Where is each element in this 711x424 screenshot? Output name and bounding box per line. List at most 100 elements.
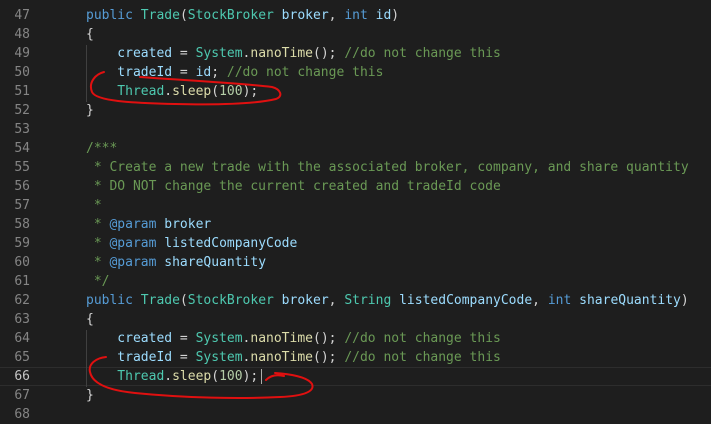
line-number: 52	[14, 103, 30, 118]
code-line[interactable]: 54 /***	[0, 139, 711, 158]
code-token: 100	[219, 84, 243, 99]
code-token: ,	[328, 8, 345, 23]
code-token: int	[344, 8, 368, 23]
code-token: =	[172, 65, 196, 80]
code-line[interactable]: 57 *	[0, 196, 711, 215]
code-token: broker	[273, 293, 329, 308]
code-token: ();	[313, 350, 345, 365]
code-line[interactable]: 67}	[0, 386, 711, 405]
code-line[interactable]: 58 * @param broker	[0, 215, 711, 234]
code-token: .	[164, 369, 173, 384]
code-text[interactable]: created = System.nanoTime(); //do not ch…	[86, 44, 501, 63]
code-editor[interactable]: 47 public Trade(StockBroker broker, int i…	[0, 0, 711, 422]
code-token: StockBroker	[187, 8, 274, 23]
code-token: System	[195, 46, 243, 61]
line-number: 48	[14, 27, 30, 42]
code-text[interactable]: * Create a new trade with the associated…	[86, 158, 689, 177]
code-line[interactable]: 48 {	[0, 25, 711, 44]
code-line[interactable]: 53	[0, 120, 711, 139]
code-token: /***	[86, 141, 118, 156]
code-text[interactable]: * @param broker	[86, 215, 211, 234]
line-number: 47	[14, 8, 30, 23]
code-text[interactable]: tradeId = id; //do not change this	[86, 63, 383, 82]
code-line[interactable]: 64 created = System.nanoTime(); //do not…	[0, 329, 711, 348]
code-token: ;	[211, 65, 227, 80]
code-text[interactable]: created = System.nanoTime(); //do not ch…	[86, 329, 501, 348]
code-text[interactable]: public Trade(StockBroker broker, String …	[86, 291, 689, 310]
text-cursor	[261, 369, 263, 384]
code-token: tradeId	[86, 65, 173, 80]
code-line[interactable]: 55 * Create a new trade with the associa…	[0, 158, 711, 177]
line-number: 55	[14, 160, 30, 175]
code-text[interactable]: tradeId = System.nanoTime(); //do not ch…	[86, 348, 501, 367]
code-token: listedCompanyCode	[391, 293, 533, 308]
code-text[interactable]: public Trade(StockBroker broker, int id)	[86, 6, 399, 25]
code-line[interactable]: 47 public Trade(StockBroker broker, int i…	[0, 6, 711, 25]
code-line[interactable]: 59 * @param listedCompanyCode	[0, 234, 711, 253]
code-text[interactable]: }	[86, 101, 94, 120]
code-token: * Create a new trade with the associated…	[86, 160, 689, 175]
code-token: //do not change this	[344, 331, 501, 346]
code-text[interactable]: * @param listedCompanyCode	[86, 234, 298, 253]
code-token: Trade	[140, 293, 180, 308]
code-token: int	[547, 293, 572, 308]
code-line[interactable]: 60 * @param shareQuantity	[0, 253, 711, 272]
code-line[interactable]: 50 tradeId = id; //do not change this	[0, 63, 711, 82]
code-token: (	[211, 84, 220, 99]
code-line[interactable]: 51 Thread.sleep(100);	[0, 82, 711, 101]
code-line[interactable]: 52}	[0, 101, 711, 120]
code-text[interactable]: * @param shareQuantity	[86, 253, 266, 272]
code-token: //do not change this	[344, 350, 501, 365]
code-line[interactable]: 68	[0, 405, 711, 424]
code-token: public	[86, 8, 141, 23]
code-token: public	[86, 293, 141, 308]
code-token: *	[86, 255, 110, 270]
code-token: System	[195, 350, 243, 365]
indent-guide	[86, 330, 87, 387]
code-token: System	[195, 331, 243, 346]
indent-guide	[86, 45, 87, 102]
code-text[interactable]: Thread.sleep(100);	[86, 82, 258, 101]
code-token: ,	[532, 293, 548, 308]
code-text[interactable]: {	[86, 310, 94, 329]
line-number: 57	[14, 198, 30, 213]
code-line[interactable]: 65 tradeId = System.nanoTime(); //do not…	[0, 348, 711, 367]
code-token: );	[242, 84, 259, 99]
code-text[interactable]: /***	[86, 139, 117, 158]
code-token: 100	[219, 369, 243, 384]
code-text[interactable]: Thread.sleep(100);	[86, 367, 263, 386]
code-token: created	[86, 331, 173, 346]
code-text[interactable]: *	[86, 196, 102, 215]
code-text[interactable]: {	[86, 25, 94, 44]
code-token: Thread	[86, 369, 165, 384]
code-token: sleep	[172, 369, 212, 384]
code-token: .	[164, 84, 173, 99]
code-token: =	[172, 331, 196, 346]
code-token: shareQuantity	[156, 255, 267, 270]
code-line[interactable]: 66 Thread.sleep(100);	[0, 367, 711, 386]
code-token: nanoTime	[250, 331, 313, 346]
code-token: broker	[273, 8, 329, 23]
line-number: 50	[14, 65, 30, 80]
line-number: 68	[14, 407, 30, 422]
code-line[interactable]: 49 created = System.nanoTime(); //do not…	[0, 44, 711, 63]
code-token: Trade	[140, 8, 180, 23]
code-text[interactable]: }	[86, 386, 94, 405]
line-number: 53	[14, 122, 30, 137]
code-text[interactable]: */	[86, 272, 110, 291]
code-token: (	[179, 293, 188, 308]
code-token: //do not change this	[226, 65, 384, 80]
line-number: 51	[14, 84, 30, 99]
code-line[interactable]: 56 * DO NOT change the current created a…	[0, 177, 711, 196]
code-token: sleep	[172, 84, 212, 99]
code-line[interactable]: 62 public Trade(StockBroker broker, Strin…	[0, 291, 711, 310]
line-number: 49	[14, 46, 30, 61]
code-token: *	[86, 236, 110, 251]
code-token: ();	[313, 46, 345, 61]
code-line[interactable]: 61 */	[0, 272, 711, 291]
code-token: listedCompanyCode	[156, 236, 298, 251]
code-line[interactable]: 63 {	[0, 310, 711, 329]
code-text[interactable]: * DO NOT change the current created and …	[86, 177, 501, 196]
code-token: =	[172, 350, 196, 365]
code-token: *	[86, 198, 102, 213]
